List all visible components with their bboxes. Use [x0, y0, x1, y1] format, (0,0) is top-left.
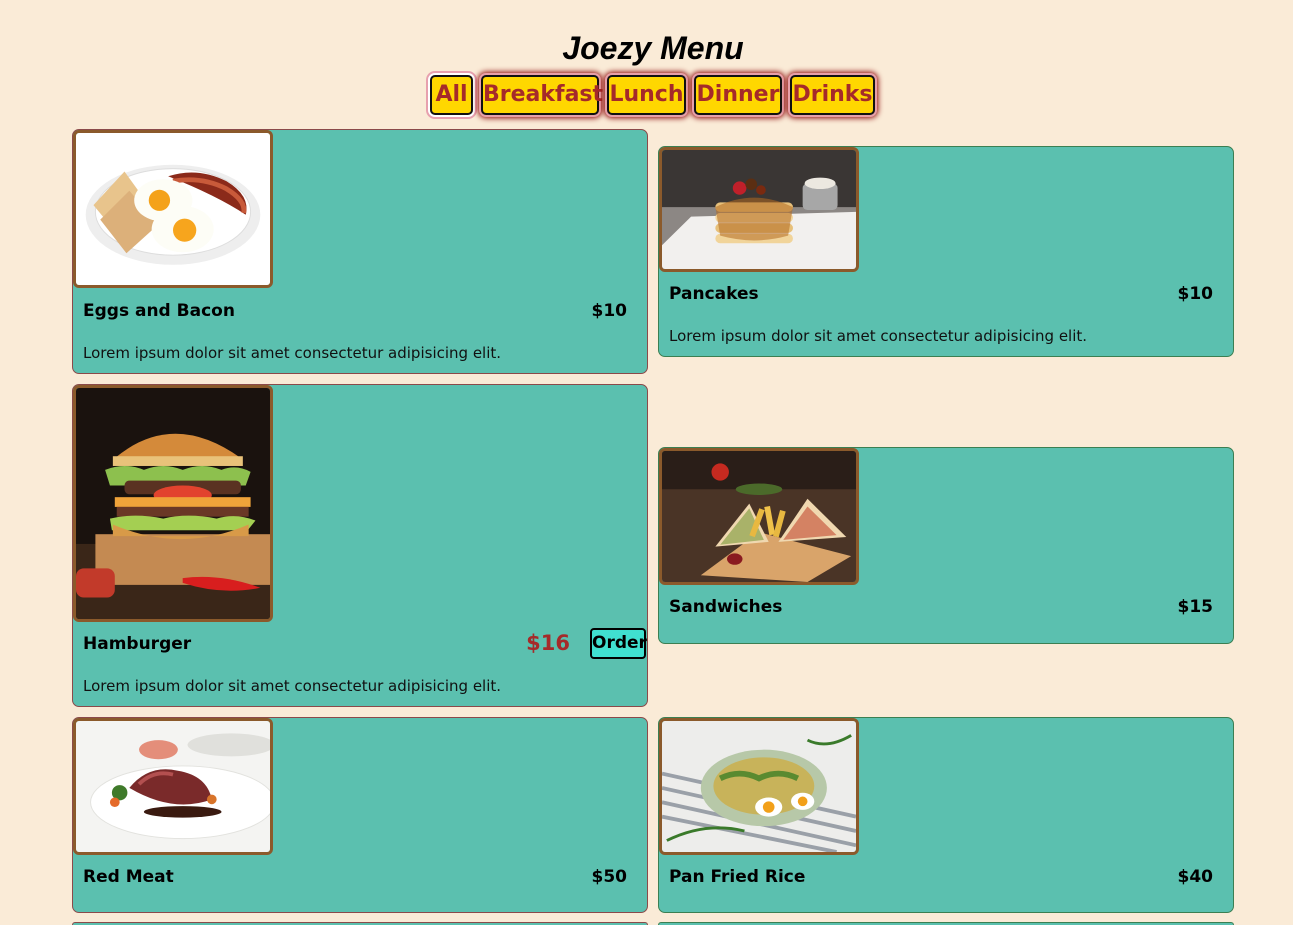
- item-name: Hamburger: [83, 634, 192, 654]
- sandwiches-photo: [659, 448, 859, 585]
- order-button[interactable]: Order: [590, 628, 647, 659]
- item-description: Lorem ipsum dolor sit amet consectetur a…: [83, 344, 502, 362]
- filter-drinks-button[interactable]: Drinks: [790, 75, 875, 115]
- filter-dinner-button[interactable]: Dinner: [694, 75, 782, 115]
- menu-card-pan-fried-rice[interactable]: Pan Fried Rice $40: [658, 717, 1234, 913]
- pancakes-photo: [659, 147, 859, 272]
- menu-card-pancakes[interactable]: Pancakes $10 Lorem ipsum dolor sit amet …: [658, 146, 1234, 357]
- item-price: $10: [591, 301, 628, 321]
- item-name: Pancakes: [669, 284, 759, 304]
- menu-card-red-meat[interactable]: Red Meat $50: [72, 717, 648, 913]
- item-name: Eggs and Bacon: [83, 301, 235, 321]
- eggs-bacon-photo: [73, 130, 273, 288]
- hamburger-photo: [73, 385, 273, 622]
- item-price: $10: [1177, 284, 1214, 304]
- item-description: Lorem ipsum dolor sit amet consectetur a…: [669, 327, 1088, 345]
- item-price: $15: [1177, 597, 1214, 617]
- item-name: Pan Fried Rice: [669, 867, 806, 887]
- item-name: Sandwiches: [669, 597, 783, 617]
- item-price: $50: [591, 867, 628, 887]
- menu-card-eggs-and-bacon[interactable]: Eggs and Bacon $10 Lorem ipsum dolor sit…: [72, 129, 648, 374]
- menu-card-hamburger[interactable]: Hamburger $16 Order Lorem ipsum dolor si…: [72, 384, 648, 707]
- item-price: $16: [526, 631, 570, 655]
- pan-fried-rice-photo: [659, 718, 859, 855]
- item-description: Lorem ipsum dolor sit amet consectetur a…: [83, 677, 502, 695]
- red-meat-photo: [73, 718, 273, 855]
- item-name: Red Meat: [83, 867, 174, 887]
- page-title: Joezy Menu: [562, 30, 744, 66]
- filter-lunch-button[interactable]: Lunch: [607, 75, 686, 115]
- filter-all-button[interactable]: All: [430, 75, 473, 115]
- filter-breakfast-button[interactable]: Breakfast: [481, 75, 603, 115]
- item-price: $40: [1177, 867, 1214, 887]
- menu-card-sandwiches[interactable]: Sandwiches $15: [658, 447, 1234, 644]
